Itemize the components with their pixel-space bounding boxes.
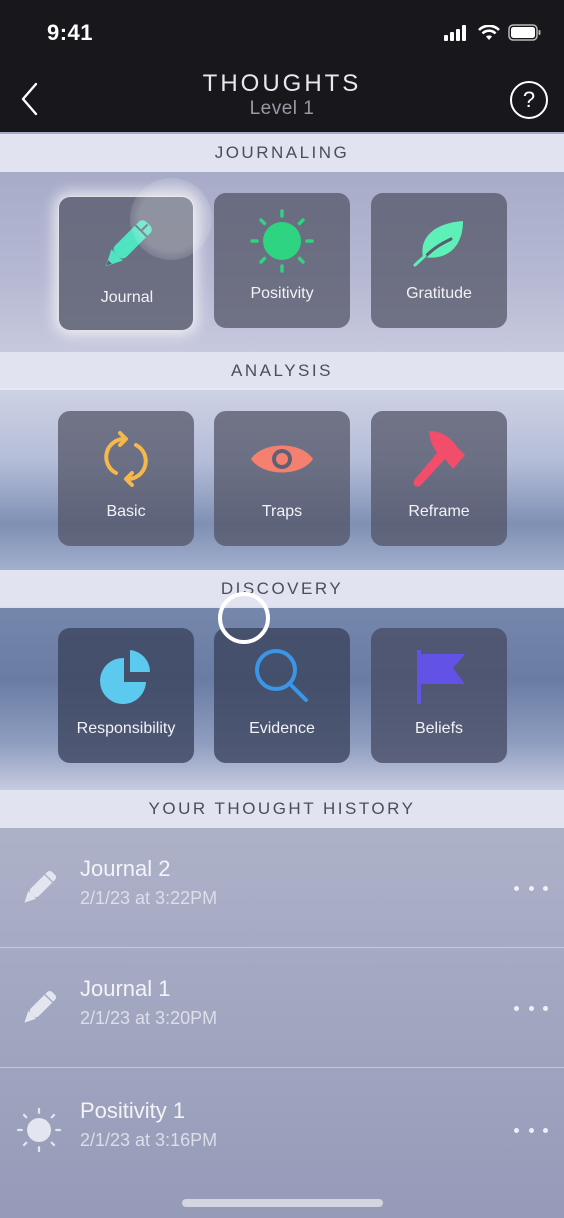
pie-chart-icon: [100, 650, 151, 704]
history-item-date: 2/1/23 at 3:22PM: [80, 888, 218, 908]
history-item-title: Journal 1: [80, 976, 171, 1001]
flag-icon: [417, 650, 465, 704]
section-header-discovery: DISCOVERY: [0, 570, 564, 608]
sun-icon: [250, 209, 314, 273]
history-item-date: 2/1/23 at 3:20PM: [80, 1008, 218, 1028]
history-item-title: Positivity 1: [80, 1098, 186, 1123]
tile-label: Gratitude: [406, 285, 472, 302]
tile-traps[interactable]: Traps: [214, 411, 350, 546]
nav-title-group: THOUGHTS Level 1: [0, 70, 564, 120]
more-options-button[interactable]: [514, 998, 548, 1018]
history-item[interactable]: Journal 2 2/1/23 at 3:22PM: [0, 828, 564, 948]
tile-label: Journal: [100, 289, 154, 306]
pencil-icon: [24, 870, 57, 903]
page-subtitle: Level 1: [249, 98, 315, 119]
leaf-icon: [413, 221, 463, 267]
tile-positivity[interactable]: Positivity: [214, 193, 350, 328]
more-options-button[interactable]: [514, 878, 548, 898]
pencil-icon: [105, 220, 152, 267]
tile-label: Evidence: [249, 720, 315, 737]
status-time: 9:41: [47, 20, 94, 45]
tile-gratitude[interactable]: Gratitude: [371, 193, 507, 328]
tile-label: Beliefs: [414, 720, 464, 737]
tile-beliefs[interactable]: Beliefs: [371, 628, 507, 763]
top-bar: 9:41 THOUGHTS Level 1 ?: [0, 0, 564, 132]
section-header-history: YOUR THOUGHT HISTORY: [0, 790, 564, 828]
magnifier-icon: [255, 649, 308, 702]
tile-label: Responsibility: [76, 720, 176, 737]
status-icons: [444, 24, 542, 41]
tile-label: Reframe: [408, 503, 470, 520]
tile-basic[interactable]: Basic: [58, 411, 194, 546]
section-header-journaling: JOURNALING: [0, 134, 564, 172]
home-indicator[interactable]: [182, 1199, 383, 1207]
refresh-cycle-icon: [104, 431, 148, 487]
pencil-icon: [24, 990, 57, 1023]
section-header-analysis: ANALYSIS: [0, 352, 564, 390]
tile-label: Basic: [106, 503, 146, 520]
history-item[interactable]: Journal 1 2/1/23 at 3:20PM: [0, 948, 564, 1068]
battery-icon: [508, 24, 541, 41]
tile-reframe[interactable]: Reframe: [371, 411, 507, 546]
tile-evidence[interactable]: Evidence: [214, 628, 350, 763]
hammer-icon: [413, 431, 465, 487]
tile-journal[interactable]: Journal: [58, 196, 194, 331]
help-button[interactable]: ?: [510, 81, 548, 119]
history-item[interactable]: Positivity 1 2/1/23 at 3:16PM: [0, 1070, 564, 1190]
wifi-icon: [478, 24, 500, 40]
question-circle-icon: ?: [522, 87, 536, 112]
sun-icon: [16, 1107, 62, 1153]
page-title: THOUGHTS: [202, 70, 362, 97]
tile-responsibility[interactable]: Responsibility: [58, 628, 194, 763]
history-item-title: Journal 2: [80, 856, 171, 881]
eye-icon: [251, 445, 313, 473]
tile-label: Positivity: [250, 285, 314, 302]
more-options-button[interactable]: [514, 1120, 548, 1140]
signal-icon: [444, 24, 466, 41]
tile-label: Traps: [261, 503, 303, 520]
history-item-date: 2/1/23 at 3:16PM: [80, 1130, 218, 1150]
